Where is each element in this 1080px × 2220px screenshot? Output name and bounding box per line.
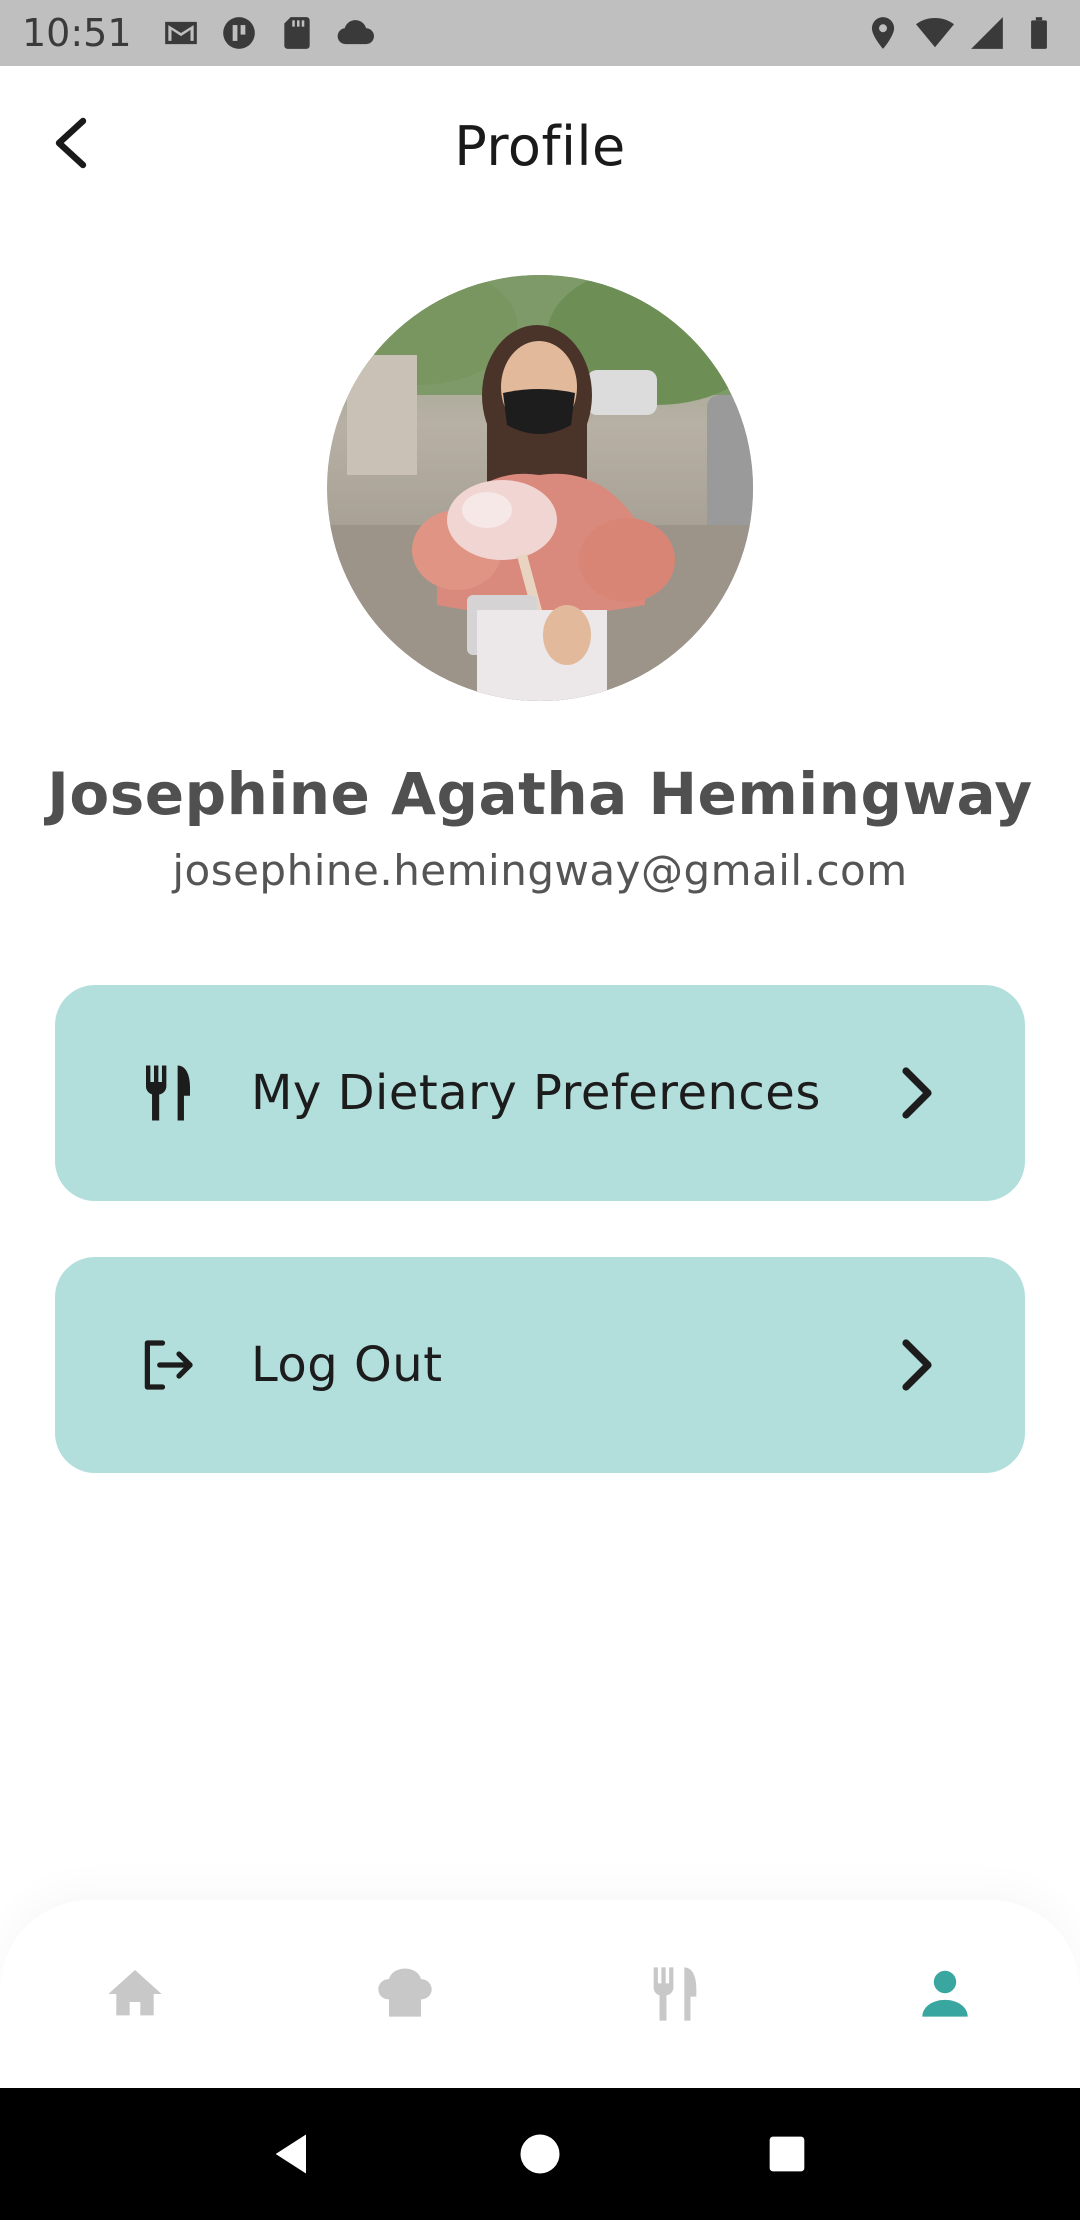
status-time: 10:51 bbox=[22, 11, 132, 55]
page-title: Profile bbox=[454, 114, 626, 178]
cloud-icon bbox=[336, 14, 374, 52]
person-icon bbox=[922, 1970, 968, 2017]
back-triangle-icon bbox=[275, 2134, 307, 2174]
dietary-preferences-button[interactable]: My Dietary Preferences bbox=[55, 985, 1025, 1201]
system-back-button[interactable] bbox=[258, 2119, 328, 2189]
system-recents-button[interactable] bbox=[752, 2119, 822, 2189]
status-right-icons bbox=[864, 14, 1058, 52]
system-navigation-bar bbox=[0, 2088, 1080, 2220]
header: Profile bbox=[0, 66, 1080, 226]
nav-meals[interactable] bbox=[615, 1934, 735, 2054]
wifi-icon bbox=[916, 14, 954, 52]
logout-button[interactable]: Log Out bbox=[55, 1257, 1025, 1473]
chevron-right-icon bbox=[891, 1335, 945, 1395]
nav-home[interactable] bbox=[75, 1934, 195, 2054]
dietary-preferences-label: My Dietary Preferences bbox=[251, 1065, 821, 1121]
user-email: josephine.hemingway@gmail.com bbox=[172, 846, 908, 895]
status-left-icons bbox=[162, 14, 374, 52]
fork-knife-icon bbox=[135, 1060, 201, 1126]
recents-square-icon bbox=[769, 2136, 804, 2172]
logout-icon bbox=[135, 1332, 201, 1398]
chef-hat-icon bbox=[378, 1968, 432, 2017]
fork-knife-icon bbox=[653, 1967, 697, 2021]
bottom-navigation bbox=[0, 1900, 1080, 2088]
profile-screen: 10:51 Profile Josephine Agatha Hemingway… bbox=[0, 0, 1080, 2220]
back-button[interactable] bbox=[36, 108, 106, 178]
chevron-right-icon bbox=[891, 1063, 945, 1123]
system-home-button[interactable] bbox=[505, 2119, 575, 2189]
nav-profile[interactable] bbox=[885, 1934, 1005, 2054]
nav-recipes[interactable] bbox=[345, 1934, 465, 2054]
avatar[interactable] bbox=[327, 275, 753, 701]
location-icon bbox=[864, 14, 902, 52]
chevron-left-icon bbox=[55, 117, 87, 169]
home-circle-icon bbox=[520, 2134, 560, 2174]
battery-icon bbox=[1020, 14, 1058, 52]
signal-icon bbox=[968, 14, 1006, 52]
profile-photo bbox=[327, 275, 753, 701]
gmail-icon bbox=[162, 14, 200, 52]
logout-label: Log Out bbox=[251, 1337, 443, 1393]
home-icon bbox=[108, 1970, 162, 2016]
sd-card-icon bbox=[278, 14, 316, 52]
status-bar: 10:51 bbox=[0, 0, 1080, 66]
app-notification-icon bbox=[220, 14, 258, 52]
user-name: Josephine Agatha Hemingway bbox=[47, 760, 1033, 828]
